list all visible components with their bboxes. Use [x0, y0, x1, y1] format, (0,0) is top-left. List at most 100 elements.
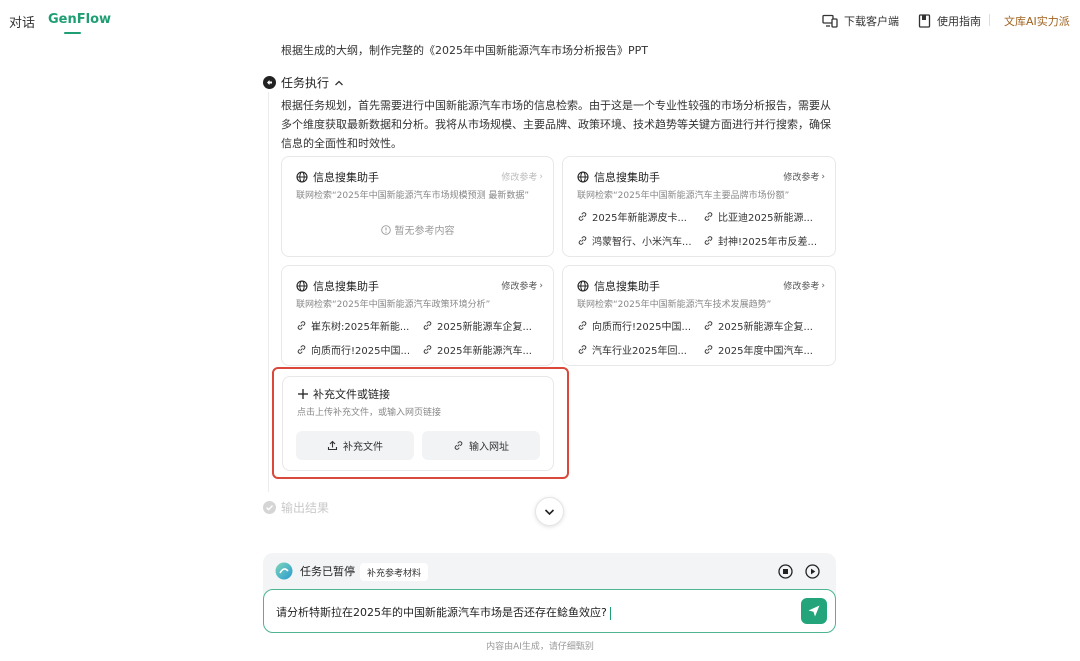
link-icon: [577, 320, 588, 331]
link-icon: [296, 320, 307, 331]
chevron-right-icon: ›: [821, 280, 825, 291]
reference-title: 2025年度中国汽车...: [718, 346, 813, 357]
supplement-card: 补充文件或链接 点击上传补充文件，或输入网页链接 补充文件 输入网址: [282, 376, 554, 471]
timeline-line: [268, 92, 269, 492]
task-status: 任务已暂停: [275, 562, 355, 580]
output-result-step: 输出结果: [263, 499, 329, 516]
reference-link[interactable]: 封神!2025年市反差...: [703, 233, 817, 248]
tab-genflow[interactable]: GenFlow: [48, 12, 111, 27]
reference-title: 2025年新能源汽车...: [437, 346, 532, 357]
upload-file-label: 补充文件: [343, 442, 383, 453]
edit-reference-button[interactable]: 修改参考 ›: [501, 170, 543, 184]
link-icon: [453, 440, 464, 451]
brand-label: 文库AI实力派: [1004, 15, 1070, 28]
card-title-label: 信息搜集助手: [594, 171, 660, 184]
reference-link[interactable]: 崔东树:2025年新能...: [296, 318, 409, 333]
book-icon: [918, 14, 931, 28]
output-result-label: 输出结果: [281, 501, 330, 515]
upload-icon: [327, 440, 338, 451]
chevron-up-icon: [334, 79, 344, 87]
link-icon: [296, 344, 307, 355]
reference-link[interactable]: 2025年新能源皮卡...: [577, 209, 687, 224]
download-client-link[interactable]: 下载客户端: [822, 13, 899, 29]
scroll-down-button[interactable]: [535, 497, 564, 526]
edit-reference-button[interactable]: 修改参考 ›: [783, 279, 825, 293]
reference-link[interactable]: 2025年度中国汽车...: [703, 342, 813, 357]
reference-link[interactable]: 汽车行业2025年回...: [577, 342, 687, 357]
search-query: 联网检索“2025年中国新能源汽车技术发展趋势”: [577, 300, 772, 310]
card-title: 信息搜集助手: [296, 169, 379, 185]
prompt-input-text[interactable]: 请分析特斯拉在2025年的中国新能源汽车市场是否还存在鲶鱼效应?: [276, 604, 611, 620]
reference-title: 封神!2025年市反差...: [718, 237, 817, 248]
link-icon: [577, 235, 588, 246]
reference-title: 向质而行!2025中国...: [311, 346, 410, 357]
enter-url-button[interactable]: 输入网址: [422, 431, 540, 460]
genflow-logo-icon: [275, 562, 293, 580]
chevron-right-icon: ›: [539, 280, 543, 291]
globe-icon: [296, 171, 308, 183]
search-card-tech-trends: 信息搜集助手 修改参考 › 联网检索“2025年中国新能源汽车技术发展趋势” 向质…: [562, 265, 836, 366]
plus-icon: [297, 388, 309, 400]
link-icon: [422, 344, 433, 355]
reference-title: 2025新能源车企复...: [437, 322, 532, 333]
search-query: 联网检索“2025年中国新能源汽车政策环境分析”: [296, 300, 491, 310]
chevron-down-icon: [544, 508, 555, 516]
upload-file-button[interactable]: 补充文件: [296, 431, 414, 460]
task-execution-header[interactable]: 任务执行: [263, 74, 344, 91]
intro-text: 根据生成的大纲，制作完整的《2025年中国新能源汽车市场分析报告》PPT: [281, 44, 648, 57]
add-reference-chip[interactable]: 补充参考材料: [360, 563, 429, 581]
stop-button[interactable]: [778, 564, 793, 582]
reference-title: 向质而行!2025中国...: [592, 322, 691, 333]
supplement-title: 补充文件或链接: [297, 386, 390, 402]
supplement-title-label: 补充文件或链接: [313, 388, 390, 401]
edit-reference-label: 修改参考: [501, 173, 538, 183]
search-query: 联网检索“2025年中国新能源汽车主要品牌市场份额”: [577, 191, 790, 201]
prompt-input-box[interactable]: 请分析特斯拉在2025年的中国新能源汽车市场是否还存在鲶鱼效应?: [263, 589, 836, 633]
link-icon: [422, 320, 433, 331]
empty-state-label: 暂无参考内容: [394, 226, 455, 237]
user-guide-link[interactable]: 使用指南: [918, 13, 981, 29]
send-button[interactable]: [801, 598, 827, 624]
task-status-label: 任务已暂停: [300, 565, 355, 578]
reference-link[interactable]: 2025新能源车企复...: [703, 318, 813, 333]
chevron-right-icon: ›: [821, 171, 825, 182]
play-button[interactable]: [805, 564, 820, 582]
globe-icon: [296, 280, 308, 292]
active-tab-indicator: [64, 32, 81, 34]
edit-reference-button[interactable]: 修改参考 ›: [501, 279, 543, 293]
stop-icon: [778, 564, 793, 579]
link-icon: [703, 211, 714, 222]
text-cursor: [609, 606, 611, 620]
prompt-input-value: 请分析特斯拉在2025年的中国新能源汽车市场是否还存在鲶鱼效应?: [276, 606, 607, 619]
reference-link[interactable]: 鸿蒙智行、小米汽车...: [577, 233, 692, 248]
reference-link[interactable]: 2025年新能源汽车...: [422, 342, 532, 357]
chevron-right-icon: ›: [539, 171, 543, 182]
check-circle-icon: [263, 501, 276, 514]
info-icon: [380, 224, 391, 235]
link-icon: [703, 320, 714, 331]
supplement-description: 点击上传补充文件，或输入网页链接: [297, 408, 442, 418]
user-guide-label: 使用指南: [937, 15, 981, 28]
card-title: 信息搜集助手: [296, 278, 379, 294]
reference-title: 2025新能源车企复...: [718, 322, 813, 333]
reference-link[interactable]: 比亚迪2025新能源...: [703, 209, 813, 224]
task-status-icon: [263, 76, 276, 89]
link-icon: [703, 235, 714, 246]
reference-link[interactable]: 向质而行!2025中国...: [577, 318, 691, 333]
card-title-label: 信息搜集助手: [594, 280, 660, 293]
reference-link[interactable]: 向质而行!2025中国...: [296, 342, 410, 357]
reference-title: 汽车行业2025年回...: [592, 346, 687, 357]
top-divider: [989, 14, 990, 26]
tab-chat[interactable]: 对话: [9, 12, 35, 31]
brand-link[interactable]: 文库AI实力派: [1004, 13, 1070, 29]
task-heading: 任务执行: [281, 76, 330, 90]
reference-link[interactable]: 2025新能源车企复...: [422, 318, 532, 333]
send-icon: [807, 604, 821, 618]
edit-reference-label: 修改参考: [783, 173, 820, 183]
search-card-brand-share: 信息搜集助手 修改参考 › 联网检索“2025年中国新能源汽车主要品牌市场份额” …: [562, 156, 836, 257]
card-title-label: 信息搜集助手: [313, 280, 379, 293]
devices-icon: [822, 14, 838, 28]
edit-reference-button[interactable]: 修改参考 ›: [783, 170, 825, 184]
empty-state: 暂无参考内容: [282, 222, 553, 237]
card-title: 信息搜集助手: [577, 278, 660, 294]
